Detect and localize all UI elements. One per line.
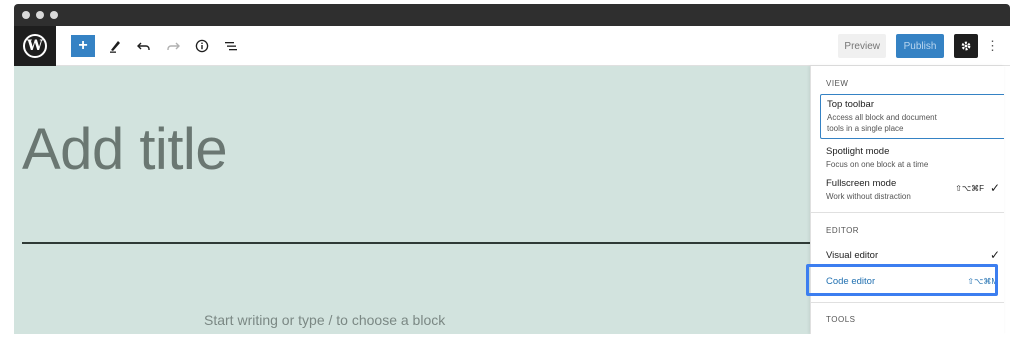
editor-toolbar: W + Preview Publish ⋮ — [14, 25, 1010, 66]
visual-editor-label: Visual editor — [826, 250, 879, 261]
block-placeholder[interactable]: Start writing or type / to choose a bloc… — [204, 312, 445, 328]
gear-icon[interactable] — [954, 34, 978, 58]
window-minimize-dot[interactable] — [36, 11, 44, 19]
info-icon[interactable] — [193, 37, 211, 55]
spotlight-mode-desc: Focus on one block at a time — [826, 160, 929, 169]
wordpress-logo-letter: W — [23, 33, 47, 58]
preview-button[interactable]: Preview — [838, 34, 886, 58]
publish-button[interactable]: Publish — [896, 34, 944, 58]
view-section-heading: VIEW — [826, 79, 849, 88]
fullscreen-check-icon: ✓ — [989, 181, 1000, 195]
undo-icon[interactable] — [135, 37, 153, 55]
title-underline — [22, 242, 810, 244]
window-maximize-dot[interactable] — [50, 11, 58, 19]
spotlight-mode-label: Spotlight mode — [826, 146, 890, 157]
code-editor-highlight — [806, 264, 998, 296]
editor-canvas[interactable]: Add title Start writing or type / to cho… — [14, 66, 810, 334]
menu-item-visual-editor[interactable]: Visual editor ✓ — [820, 246, 1004, 265]
window-titlebar — [14, 4, 1010, 26]
top-toolbar-label: Top toolbar — [827, 99, 875, 110]
list-view-icon[interactable] — [222, 37, 240, 55]
top-toolbar-desc-line1: Access all block and document — [827, 113, 937, 122]
menu-item-spotlight-mode[interactable]: Spotlight mode Focus on one block at a t… — [820, 142, 1004, 174]
menu-item-top-toolbar[interactable]: Top toolbar Access all block and documen… — [820, 94, 1004, 139]
more-options-icon[interactable]: ⋮ — [986, 38, 999, 54]
view-editor-divider — [811, 212, 1004, 213]
post-title-input[interactable]: Add title — [22, 116, 228, 183]
toolbar-right-group: Preview Publish ⋮ — [838, 26, 999, 66]
editor-section-heading: EDITOR — [826, 226, 860, 235]
window-close-dot[interactable] — [22, 11, 30, 19]
redo-icon[interactable] — [164, 37, 182, 55]
menu-item-fullscreen-mode[interactable]: Fullscreen mode Work without distraction… — [820, 174, 1004, 206]
editor-tools-divider — [811, 302, 1004, 303]
visual-editor-check-icon: ✓ — [989, 248, 1000, 262]
fullscreen-shortcut: ⇧⌥⌘F — [955, 184, 984, 193]
add-block-button[interactable]: + — [71, 34, 95, 57]
wordpress-logo-icon[interactable]: W — [14, 25, 56, 66]
top-toolbar-desc-line2: tools in a single place — [827, 124, 904, 133]
tools-section-heading: TOOLS — [826, 315, 856, 324]
pencil-icon[interactable] — [106, 37, 124, 55]
